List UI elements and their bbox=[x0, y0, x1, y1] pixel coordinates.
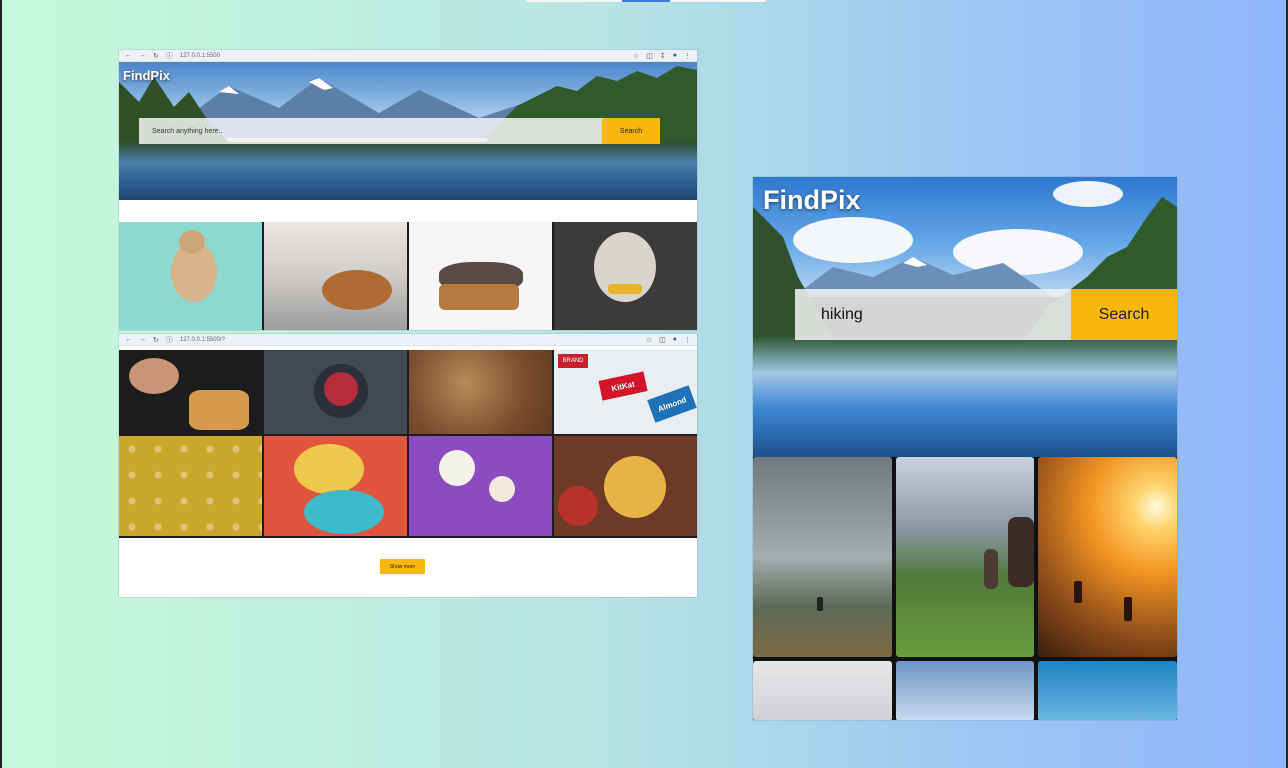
brand-logo[interactable]: FindPix bbox=[123, 68, 170, 83]
extensions-icon[interactable]: ◫ bbox=[659, 336, 666, 344]
candy-label: Almond bbox=[647, 385, 697, 423]
image-tile[interactable] bbox=[1038, 457, 1177, 657]
reload-icon[interactable]: ↻ bbox=[153, 336, 159, 344]
screenshot-mobile: FindPix hiking Search bbox=[753, 177, 1177, 720]
image-tile[interactable] bbox=[409, 350, 552, 434]
show-more-button[interactable]: Show more bbox=[380, 559, 425, 574]
download-icon[interactable]: ↧ bbox=[660, 52, 666, 60]
profile-icon[interactable]: ● bbox=[673, 336, 677, 343]
lake bbox=[119, 142, 697, 200]
image-tile[interactable] bbox=[409, 222, 552, 330]
image-tile[interactable] bbox=[119, 436, 262, 536]
image-tile[interactable] bbox=[119, 350, 262, 434]
browser-toolbar: ← → ↻ ⓘ 127.0.0.1:5500/? ☆ ◫ ● ⋮ bbox=[119, 334, 697, 346]
candy-label: BRAND bbox=[558, 354, 588, 368]
image-tile[interactable] bbox=[753, 457, 892, 657]
top-strip-highlight bbox=[622, 0, 670, 2]
image-tile[interactable] bbox=[895, 661, 1035, 720]
lake bbox=[753, 337, 1177, 457]
image-tile[interactable] bbox=[409, 436, 552, 536]
info-icon[interactable]: ⓘ bbox=[166, 335, 173, 345]
info-icon[interactable]: ⓘ bbox=[166, 51, 173, 61]
profile-icon[interactable]: ● bbox=[673, 52, 677, 59]
image-grid bbox=[753, 457, 1177, 720]
spacer bbox=[119, 200, 697, 222]
image-tile[interactable] bbox=[264, 350, 407, 434]
search-bar: hiking Search bbox=[795, 289, 1177, 340]
search-input[interactable]: hiking bbox=[795, 289, 1071, 340]
search-button[interactable]: Search bbox=[1071, 289, 1177, 340]
top-strip bbox=[526, 0, 766, 2]
image-tile[interactable] bbox=[264, 222, 407, 330]
hero-banner: FindPix Search anything here.. Search bbox=[119, 62, 697, 200]
image-tile[interactable] bbox=[1038, 661, 1177, 720]
star-icon[interactable]: ☆ bbox=[633, 52, 639, 60]
image-tile[interactable] bbox=[554, 436, 697, 536]
menu-icon[interactable]: ⋮ bbox=[684, 52, 691, 60]
image-grid: BRAND KitKat Almond bbox=[119, 350, 697, 538]
forward-icon[interactable]: → bbox=[139, 336, 146, 343]
back-icon[interactable]: ← bbox=[125, 52, 132, 59]
image-tile[interactable] bbox=[895, 457, 1035, 657]
image-tile[interactable]: BRAND KitKat Almond bbox=[554, 350, 697, 434]
back-icon[interactable]: ← bbox=[125, 336, 132, 343]
screenshot-results: ← → ↻ ⓘ 127.0.0.1:5500/? ☆ ◫ ● ⋮ BRAND K… bbox=[119, 334, 697, 597]
search-bar: Search anything here.. Search bbox=[139, 118, 660, 144]
screenshot-home: ← → ↻ ⓘ 127.0.0.1:5500 ☆ ◫ ↧ ● ⋮ FindPix… bbox=[119, 50, 697, 330]
image-tile[interactable] bbox=[264, 436, 407, 536]
image-tile[interactable] bbox=[554, 222, 697, 330]
reload-icon[interactable]: ↻ bbox=[153, 52, 159, 60]
browser-toolbar: ← → ↻ ⓘ 127.0.0.1:5500 ☆ ◫ ↧ ● ⋮ bbox=[119, 50, 697, 62]
address-bar[interactable]: 127.0.0.1:5500/? bbox=[180, 337, 639, 343]
image-tile[interactable] bbox=[119, 222, 262, 330]
image-grid bbox=[119, 222, 697, 330]
search-button[interactable]: Search bbox=[602, 118, 660, 144]
search-input[interactable]: Search anything here.. bbox=[139, 118, 602, 144]
hero-banner: FindPix hiking Search bbox=[753, 177, 1177, 457]
forward-icon[interactable]: → bbox=[139, 52, 146, 59]
image-tile[interactable] bbox=[753, 661, 892, 720]
candy-label: KitKat bbox=[598, 371, 648, 401]
address-bar[interactable]: 127.0.0.1:5500 bbox=[180, 53, 626, 59]
star-icon[interactable]: ☆ bbox=[646, 336, 652, 344]
menu-icon[interactable]: ⋮ bbox=[684, 336, 691, 344]
extensions-icon[interactable]: ◫ bbox=[646, 52, 653, 60]
brand-logo[interactable]: FindPix bbox=[763, 185, 861, 216]
